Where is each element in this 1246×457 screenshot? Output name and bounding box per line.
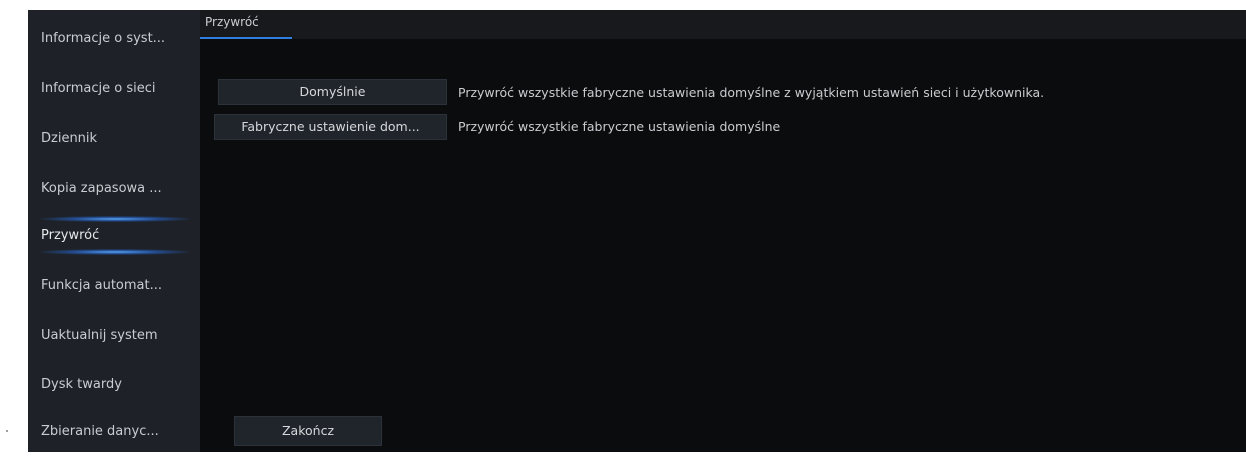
factory-reset-description: Przywróć wszystkie fabryczne ustawienia …: [458, 119, 781, 134]
sidebar-item-label: Przywróć: [41, 228, 100, 243]
main-panel: Przywróć Domyślnie Przywróć wszystkie fa…: [200, 10, 1246, 452]
sidebar-item-label: Funkcja automat...: [41, 278, 163, 293]
sidebar-item-data-collection[interactable]: Zbieranie danyc...: [28, 407, 200, 457]
sidebar-item-system-info[interactable]: Informacje o syst...: [28, 14, 200, 64]
exit-button[interactable]: Zakończ: [234, 416, 382, 446]
sidebar-item-label: Informacje o syst...: [41, 31, 166, 46]
factory-reset-button[interactable]: Fabryczne ustawienie dom...: [214, 114, 447, 140]
sidebar-item-hard-disk[interactable]: Dysk twardy: [28, 360, 200, 410]
app-screen: Informacje o syst... Informacje o sieci …: [0, 0, 1246, 452]
tab-bar: Przywróć: [200, 10, 1246, 39]
exit-button-label: Zakończ: [281, 423, 335, 438]
active-item-glow-bottom: [40, 249, 190, 255]
default-settings-button[interactable]: Domyślnie: [218, 79, 447, 105]
default-settings-description: Przywróć wszystkie fabryczne ustawienia …: [458, 85, 1045, 100]
edge-marker: [6, 430, 8, 432]
sidebar-item-label: Informacje o sieci: [41, 81, 156, 96]
sidebar-item-log[interactable]: Dziennik: [28, 114, 200, 164]
sidebar-item-system-update[interactable]: Uaktualnij system: [28, 311, 200, 361]
sidebar-item-backup[interactable]: Kopia zapasowa ...: [28, 164, 200, 214]
sidebar-item-network-info[interactable]: Informacje o sieci: [28, 64, 200, 114]
sidebar-item-label: Dysk twardy: [41, 377, 122, 392]
sidebar-item-label: Zbieranie danyc...: [41, 424, 159, 439]
sidebar-item-label: Kopia zapasowa ...: [41, 181, 162, 196]
factory-reset-button-label: Fabryczne ustawienie dom...: [241, 119, 420, 134]
sidebar-item-label: Dziennik: [41, 131, 98, 146]
sidebar-item-label: Uaktualnij system: [41, 328, 158, 343]
tab-restore[interactable]: Przywróć: [200, 10, 292, 39]
sidebar: Informacje o syst... Informacje o sieci …: [28, 10, 200, 452]
tab-active-indicator: [200, 37, 292, 39]
tab-label: Przywróć: [205, 15, 259, 29]
default-settings-button-label: Domyślnie: [299, 84, 366, 99]
sidebar-item-auto-function[interactable]: Funkcja automat...: [28, 261, 200, 311]
